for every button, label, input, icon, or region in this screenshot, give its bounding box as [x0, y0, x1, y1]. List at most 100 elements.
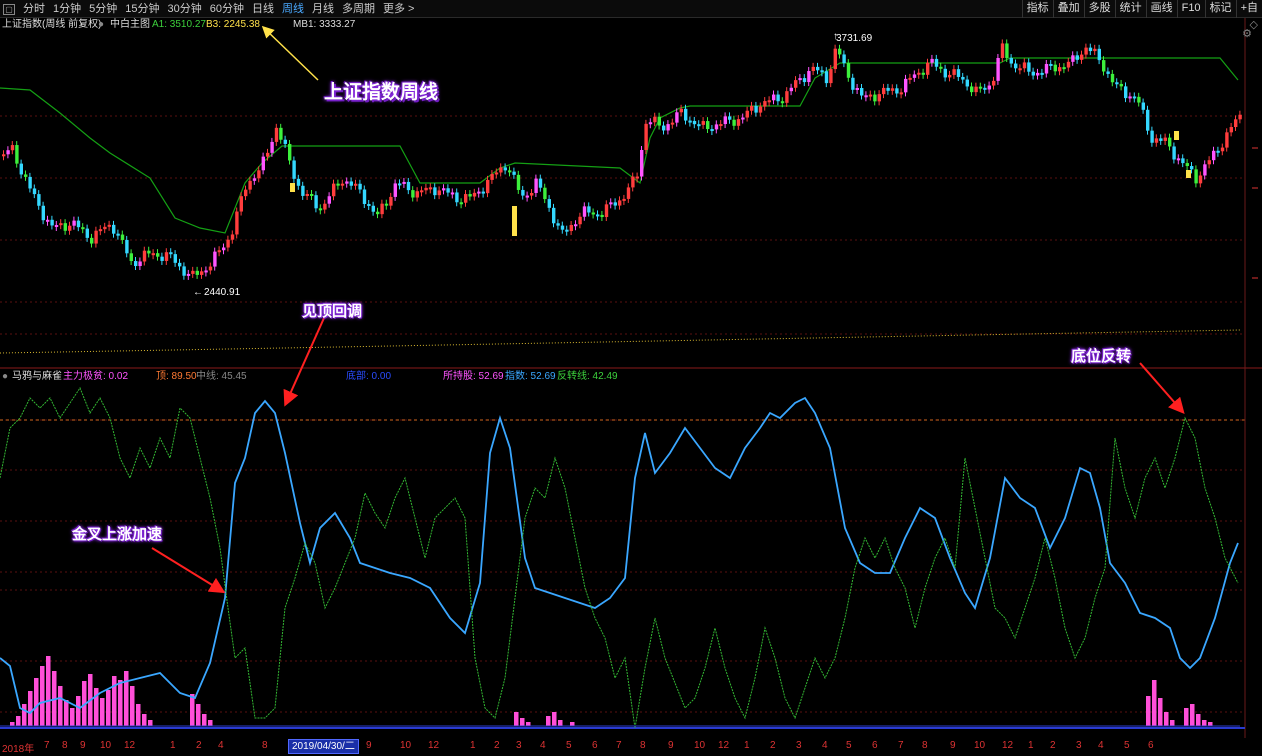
- custom-button[interactable]: +自: [1235, 0, 1262, 18]
- candle-body: [930, 58, 934, 63]
- candle-body: [631, 176, 635, 188]
- settings-icon[interactable]: ●: [98, 19, 104, 31]
- hist-bar: [520, 718, 525, 726]
- x-tick-label: 9: [668, 740, 674, 751]
- candle-body: [420, 190, 424, 193]
- low-arrow-icon: ←: [193, 287, 203, 298]
- candle-body: [472, 192, 477, 197]
- x-tick-label: 9: [366, 740, 372, 751]
- cursor-date-badge: 2019/04/30/二: [288, 739, 359, 754]
- x-tick-label: 7: [616, 740, 622, 751]
- candle-body: [710, 129, 714, 132]
- candle-body: [860, 87, 864, 96]
- x-tick-label: 10: [100, 740, 112, 751]
- mark-button[interactable]: 标记: [1204, 0, 1236, 18]
- f10-button[interactable]: F10: [1176, 0, 1205, 18]
- candle-body: [714, 124, 719, 130]
- sub-indicator-name[interactable]: 马鸦与麻雀: [12, 371, 62, 383]
- candle-body: [789, 87, 793, 92]
- candle-body: [305, 193, 309, 196]
- candle-body: [1132, 96, 1137, 99]
- candle-body: [134, 261, 138, 267]
- settings-gear-icon[interactable]: ⚙: [1242, 28, 1252, 40]
- oscillator-blue-line: [0, 396, 1239, 715]
- candle-body: [978, 86, 983, 89]
- hist-bar: [28, 691, 33, 726]
- long-ma-dotted: [0, 329, 1241, 354]
- candle-body: [1071, 55, 1075, 62]
- tab-weekly[interactable]: 周线: [278, 0, 308, 18]
- candle-body: [1031, 71, 1035, 76]
- x-tick-label: 8: [640, 740, 646, 751]
- candle-body: [675, 112, 679, 123]
- candle-body: [952, 69, 956, 75]
- candle-body: [512, 171, 516, 175]
- candle-body: [736, 119, 741, 126]
- tab-multi-period[interactable]: 多周期: [338, 0, 379, 18]
- candle-body: [90, 237, 94, 244]
- candle-body: [406, 181, 411, 191]
- tab-15min[interactable]: 15分钟: [121, 0, 163, 18]
- candle-body: [1137, 96, 1141, 103]
- candle-body: [547, 199, 551, 208]
- candle-body: [1027, 62, 1031, 72]
- candle-body: [767, 100, 771, 103]
- candle-body: [816, 66, 820, 71]
- candle-body: [120, 234, 125, 240]
- candle-body: [1220, 147, 1225, 152]
- candle-body: [24, 174, 28, 177]
- mid-value: 中线: 45.45: [196, 371, 247, 382]
- candle-body: [1093, 48, 1097, 52]
- candle-body: [1049, 63, 1053, 66]
- candle-body: [648, 122, 653, 125]
- x-tick-label: 4: [822, 740, 828, 751]
- tab-monthly[interactable]: 月线: [308, 0, 338, 18]
- candle-body: [1128, 96, 1132, 99]
- tab-30min[interactable]: 30分钟: [164, 0, 206, 18]
- tab-daily[interactable]: 日线: [248, 0, 278, 18]
- candle-body: [125, 239, 129, 254]
- candle-body: [112, 224, 116, 234]
- x-tick-label: 1: [1028, 740, 1034, 751]
- candle-body: [1124, 86, 1128, 99]
- candle-body: [2, 154, 6, 157]
- indicator-name[interactable]: 中白主图: [110, 19, 150, 31]
- tab-minute[interactable]: 分时: [19, 0, 49, 18]
- candle-body: [868, 94, 873, 97]
- x-tick-label: 1: [744, 740, 750, 751]
- candle-body: [508, 170, 512, 173]
- hist-bar: [526, 722, 531, 726]
- candle-body: [503, 167, 507, 171]
- candle-body: [160, 256, 164, 261]
- candle-body: [582, 206, 587, 217]
- candle-body: [587, 206, 591, 213]
- draw-line-button[interactable]: 画线: [1145, 0, 1177, 18]
- multi-stock-button[interactable]: 多股: [1083, 0, 1115, 18]
- candle-body: [1234, 119, 1238, 128]
- x-tick-label: 12: [1002, 740, 1014, 751]
- candle-body: [257, 170, 261, 179]
- candle-body: [983, 87, 987, 90]
- candle-body: [1185, 163, 1189, 167]
- candle-body: [939, 66, 943, 69]
- sub-settings-icon[interactable]: ●: [2, 371, 8, 383]
- hist-bar: [34, 678, 39, 726]
- tab-1min[interactable]: 1分钟: [49, 0, 85, 18]
- tab-more[interactable]: 更多 >: [379, 0, 418, 18]
- candle-body: [173, 254, 177, 263]
- candle-body: [222, 247, 226, 251]
- tab-60min[interactable]: 60分钟: [206, 0, 248, 18]
- menu-icon[interactable]: ▢: [3, 3, 15, 15]
- candle-body: [679, 108, 683, 113]
- candle-body: [1229, 127, 1233, 133]
- candle-body: [1150, 130, 1154, 143]
- candle-body: [961, 76, 965, 80]
- indicator-button[interactable]: 指标: [1021, 0, 1053, 18]
- overlay-button[interactable]: 叠加: [1052, 0, 1084, 18]
- tab-5min[interactable]: 5分钟: [85, 0, 121, 18]
- candle-body: [54, 225, 59, 228]
- candle-body: [811, 66, 815, 72]
- hist-bar: [1190, 704, 1195, 726]
- statistics-button[interactable]: 统计: [1114, 0, 1146, 18]
- candle-body: [890, 88, 895, 91]
